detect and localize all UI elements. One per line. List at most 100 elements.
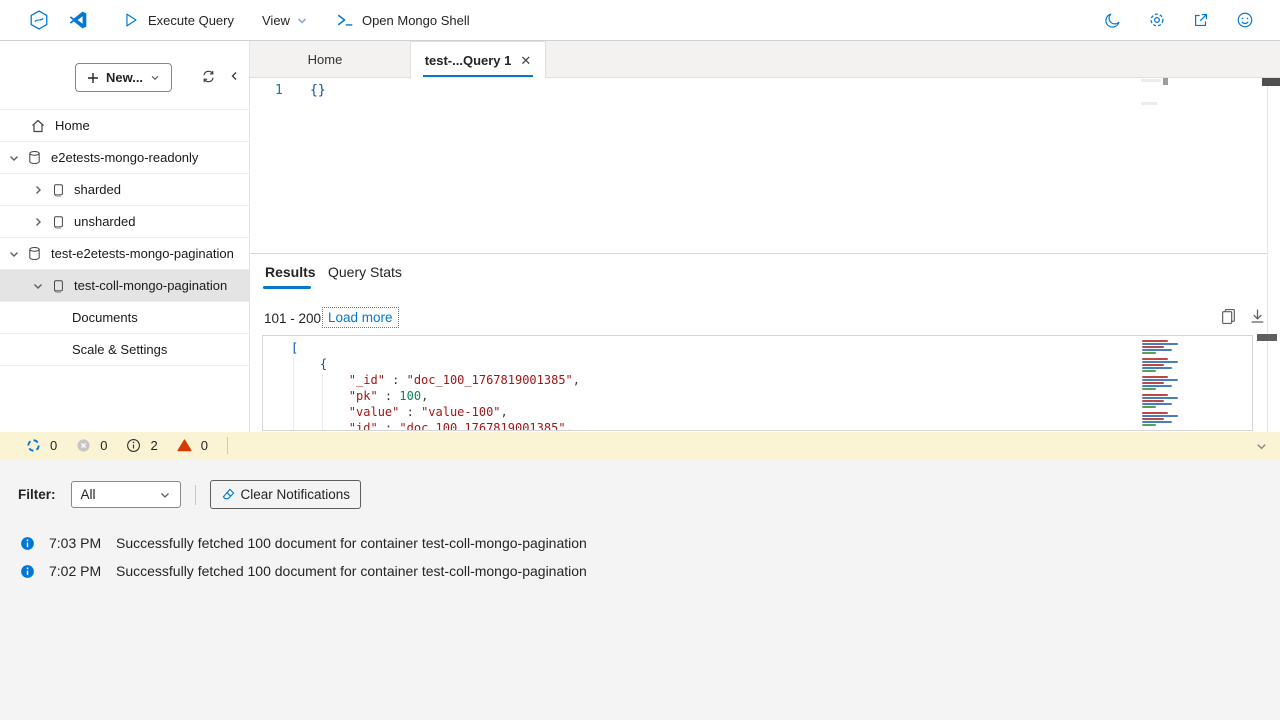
tree-item-label: sharded	[74, 182, 121, 197]
notification-message: Successfully fetched 100 document for co…	[116, 563, 587, 579]
tab-query-stats[interactable]: Query Stats	[328, 264, 402, 280]
collapse-sidebar-icon[interactable]	[222, 64, 246, 88]
editor-minimap	[1141, 79, 1161, 82]
result-json-line: "pk" : 100,	[263, 388, 1132, 404]
settings-gear-icon[interactable]	[1148, 11, 1166, 29]
tree-item-label: test-e2etests-mongo-pagination	[51, 246, 234, 261]
warning-triangle-icon	[177, 438, 192, 453]
app-window: Execute Query View Open Mongo Shell	[0, 0, 1280, 720]
copy-icon[interactable]	[1220, 308, 1238, 326]
in-progress-count-value: 0	[50, 438, 57, 453]
info-icon	[20, 536, 35, 551]
chevron-right-icon[interactable]	[32, 216, 44, 228]
editor-code: {}	[310, 83, 326, 98]
download-icon[interactable]	[1249, 308, 1267, 326]
open-in-new-window-icon[interactable]	[1192, 11, 1210, 29]
notification-message: Successfully fetched 100 document for co…	[116, 535, 587, 551]
info-count-value: 2	[150, 438, 157, 453]
chevron-down-icon	[150, 73, 160, 83]
tree-item-home[interactable]: Home	[0, 109, 249, 142]
tree-item-test-coll-mongo-pagination[interactable]: test-coll-mongo-pagination	[0, 270, 249, 302]
info-circle-icon	[126, 438, 141, 453]
tree-item-sharded[interactable]: sharded	[0, 174, 249, 206]
tree-item-e2etests-mongo-readonly[interactable]: e2etests-mongo-readonly	[0, 142, 249, 174]
filter-dropdown[interactable]: All	[71, 481, 181, 508]
info-count[interactable]: 2	[126, 438, 157, 453]
notification-item: 7:02 PMSuccessfully fetched 100 document…	[0, 557, 1280, 585]
results-json-viewer[interactable]: [ { "_id" : "doc_100_1767819001385", "pk…	[262, 335, 1253, 431]
result-json-line: "id" : "doc_100_1767819001385",	[263, 420, 1132, 431]
notification-time: 7:02 PM	[49, 563, 113, 579]
error-count-value: 0	[100, 438, 107, 453]
execute-query-label: Execute Query	[148, 13, 234, 28]
tree-item-unsharded[interactable]: unsharded	[0, 206, 249, 238]
result-json-line: {	[263, 356, 1132, 372]
collapse-panel-chevron-icon[interactable]	[1255, 440, 1268, 453]
chevron-down-icon[interactable]	[8, 152, 20, 164]
resource-tree: Home e2etests-mongo-readonly sharded unshar…	[0, 109, 249, 366]
tree-item-scale-settings[interactable]: Scale & Settings	[0, 334, 249, 366]
tree-item-label: e2etests-mongo-readonly	[51, 150, 198, 165]
editor-minimap-marker	[1163, 78, 1168, 85]
chevron-right-icon[interactable]	[32, 184, 44, 196]
scrollbar-track[interactable]	[1267, 78, 1280, 432]
results-pane: Results Query Stats 101 - 200 Load more …	[250, 254, 1267, 432]
error-count[interactable]: 0	[76, 438, 107, 453]
view-label: View	[262, 13, 290, 28]
results-json-code: [ { "_id" : "doc_100_1767819001385", "pk…	[263, 340, 1132, 431]
terminal-icon	[336, 11, 354, 29]
theme-moon-icon[interactable]	[1104, 11, 1122, 29]
chevron-down-icon[interactable]	[8, 248, 20, 260]
new-button[interactable]: New...	[75, 63, 172, 92]
scrollbar-thumb[interactable]	[1262, 78, 1280, 86]
editor-minimap	[1141, 102, 1157, 105]
cosmos-db-logo-icon[interactable]	[28, 9, 50, 31]
eraser-icon	[221, 487, 236, 502]
active-tab-underline	[263, 286, 311, 289]
refresh-icon[interactable]	[196, 64, 220, 88]
notification-list: 7:03 PMSuccessfully fetched 100 document…	[0, 529, 1280, 585]
chevron-down-icon	[159, 489, 171, 501]
scrollbar-thumb[interactable]	[1257, 334, 1277, 341]
tab-strip: Home test-...Query 1 ✕	[250, 41, 1280, 78]
tab-results[interactable]: Results	[265, 264, 316, 280]
query-editor[interactable]: 1 {}	[250, 78, 1267, 254]
warning-count[interactable]: 0	[177, 438, 208, 453]
new-button-label: New...	[106, 70, 143, 85]
tab-query[interactable]: test-...Query 1 ✕	[410, 41, 546, 78]
warning-count-value: 0	[201, 438, 208, 453]
close-tab-icon[interactable]: ✕	[520, 54, 531, 67]
editor-line-number: 1	[275, 83, 283, 98]
notification-center: Filter: All Clear Notifications 7:03 PMS…	[0, 459, 1280, 720]
result-json-line: "value" : "value-100",	[263, 404, 1132, 420]
tree-item-test-e2etests-mongo-pagination[interactable]: test-e2etests-mongo-pagination	[0, 238, 249, 270]
open-mongo-shell-button[interactable]: Open Mongo Shell	[336, 11, 470, 29]
tab-query-label: test-...Query 1	[425, 53, 512, 68]
chevron-down-icon[interactable]	[32, 280, 44, 292]
result-json-line: "_id" : "doc_100_1767819001385",	[263, 372, 1132, 388]
feedback-smiley-icon[interactable]	[1236, 11, 1254, 29]
collection-icon	[51, 183, 65, 197]
top-toolbar: Execute Query View Open Mongo Shell	[0, 0, 1280, 41]
in-progress-count[interactable]: 0	[26, 438, 57, 453]
spinner-icon	[26, 438, 41, 453]
tree-item-documents[interactable]: Documents	[0, 302, 249, 334]
load-more-link[interactable]: Load more	[322, 307, 399, 328]
clear-notifications-label: Clear Notifications	[241, 487, 351, 502]
home-icon	[30, 118, 46, 134]
view-menu-button[interactable]: View	[262, 13, 308, 28]
result-json-line: [	[263, 340, 1132, 356]
database-icon	[27, 246, 42, 261]
tree-item-label: Scale & Settings	[72, 342, 167, 357]
filter-label: Filter:	[18, 487, 56, 502]
filter-dropdown-value: All	[81, 487, 96, 502]
divider	[195, 485, 196, 505]
tree-item-label: test-coll-mongo-pagination	[74, 278, 227, 293]
tab-home[interactable]: Home	[280, 41, 370, 77]
notification-status-bar: 0 0 2 0	[0, 432, 1280, 460]
vscode-icon[interactable]	[68, 10, 88, 30]
play-icon	[122, 11, 140, 29]
execute-query-button[interactable]: Execute Query	[122, 11, 234, 29]
collection-icon	[51, 279, 65, 293]
clear-notifications-button[interactable]: Clear Notifications	[210, 480, 362, 509]
